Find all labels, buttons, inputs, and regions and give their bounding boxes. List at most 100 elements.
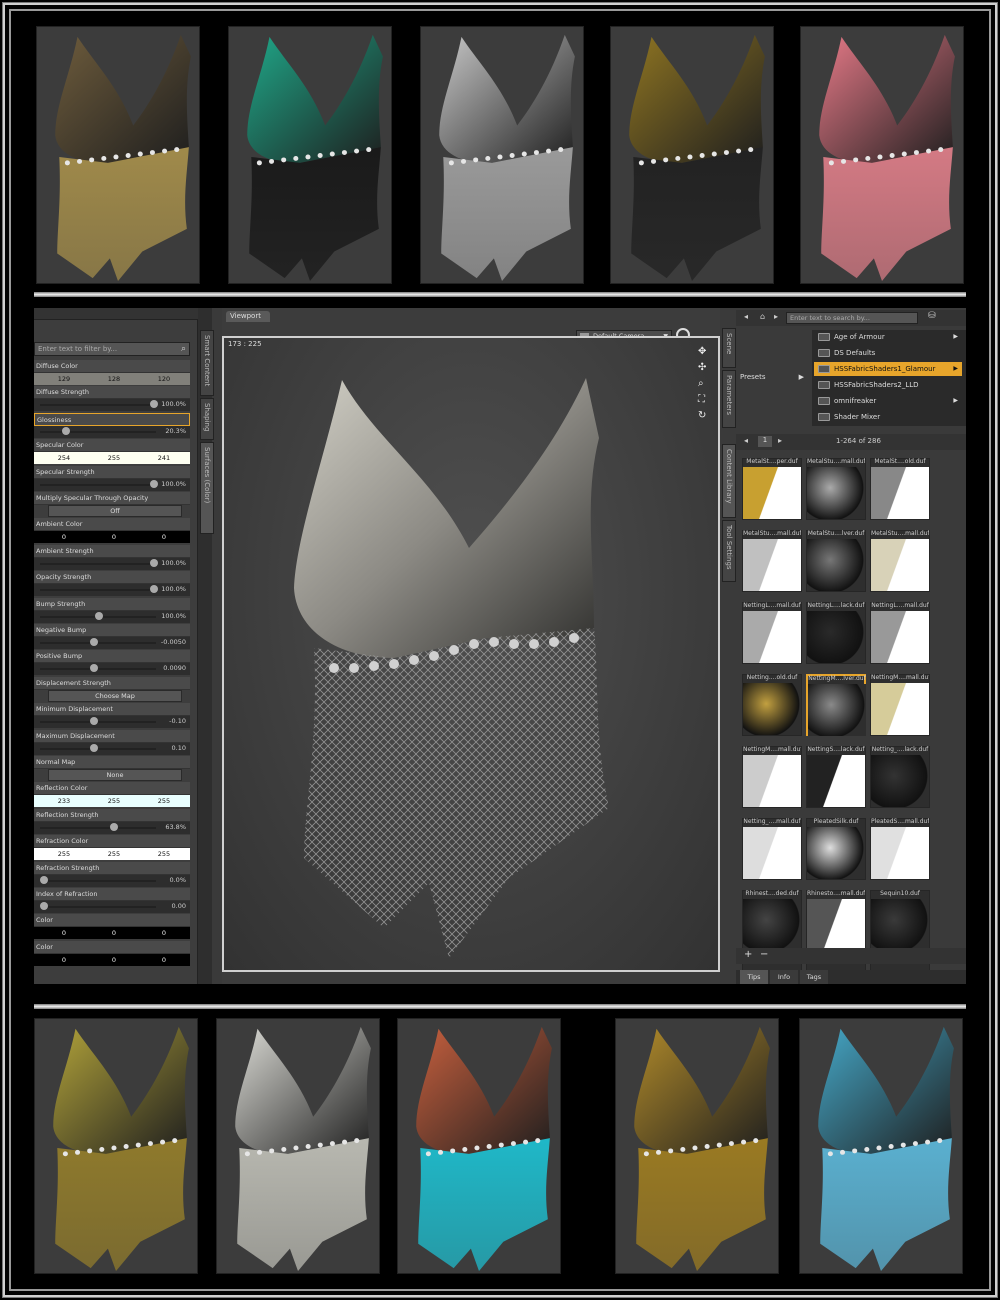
slider-field[interactable]: 0.0090 xyxy=(34,663,190,676)
asset-tile[interactable]: NettingL....lack.duf xyxy=(806,602,866,664)
viewport-canvas[interactable]: 173 : 225 ✥ ✣ ⌕ ⛶ ↻ xyxy=(222,336,720,972)
color-value[interactable]: 255 255 255 xyxy=(34,848,190,861)
folder-item[interactable]: HSSFabricShaders2_LLD xyxy=(814,378,962,392)
asset-tile[interactable]: MetalStu....lver.duf xyxy=(806,530,866,592)
slider-track[interactable] xyxy=(40,585,158,594)
home-icon[interactable]: ⌂ xyxy=(760,312,765,321)
asset-tile[interactable]: NettingM....lver.duf xyxy=(806,674,866,736)
tab-scene[interactable]: Scene xyxy=(722,328,736,368)
asset-tile[interactable]: MetalStu....mall.duf xyxy=(806,458,866,520)
slider-field[interactable]: 20.3% xyxy=(34,425,190,438)
tab-parameters[interactable]: Parameters xyxy=(722,370,736,428)
asset-tile[interactable]: NettingS....lack.duf xyxy=(806,746,866,808)
slider-knob[interactable] xyxy=(89,638,98,646)
slider-knob[interactable] xyxy=(150,400,158,409)
slider-knob[interactable] xyxy=(40,902,48,910)
slider-knob[interactable] xyxy=(89,717,98,726)
slider-field[interactable]: 100.0% xyxy=(34,399,190,412)
color-value[interactable]: 254 255 241 xyxy=(34,452,190,465)
tab-surfaces[interactable]: Surfaces (Color) xyxy=(200,442,214,534)
slider-track[interactable] xyxy=(40,822,156,831)
slider-field[interactable]: 0.10 xyxy=(34,742,190,755)
slider-field[interactable]: -0.10 xyxy=(34,716,190,729)
search-icon[interactable]: ⌕ xyxy=(181,344,186,354)
color-value[interactable]: 233 255 255 xyxy=(34,795,190,808)
asset-tile[interactable]: MetalStu....mall.duf xyxy=(870,530,930,592)
tab-smart-content[interactable]: Smart Content xyxy=(200,330,214,396)
property-button[interactable]: Choose Map xyxy=(48,689,182,702)
asset-tile[interactable]: Netting....old.duf xyxy=(742,674,802,736)
slider-knob[interactable] xyxy=(89,743,98,752)
asset-tile[interactable]: Rhinesto....mall.duf xyxy=(806,890,866,952)
slider-track[interactable] xyxy=(40,717,156,726)
slider-track[interactable] xyxy=(40,558,158,567)
asset-tile[interactable]: MetalStu....mall.duf xyxy=(742,530,802,592)
color-value[interactable]: 0 0 0 xyxy=(34,927,190,940)
slider-knob[interactable] xyxy=(150,479,158,488)
asset-tile[interactable]: NettingL....mall.duf xyxy=(870,602,930,664)
slider-field[interactable]: 100.0% xyxy=(34,478,190,491)
slider-field[interactable]: 63.8% xyxy=(34,821,190,834)
prev-page-icon[interactable]: ◂ xyxy=(744,436,748,445)
tab-content-library[interactable]: Content Library xyxy=(722,444,736,518)
presets-node[interactable]: Presets ▶ xyxy=(736,370,806,384)
asset-tile[interactable]: Netting_....lack.duf xyxy=(870,746,930,808)
color-value[interactable]: 0 0 0 xyxy=(34,531,190,544)
slider-field[interactable]: 100.0% xyxy=(34,557,190,570)
database-icon[interactable]: ⛁ xyxy=(928,311,936,321)
asset-tile[interactable]: PleatedS....mall.duf xyxy=(870,818,930,880)
folder-item[interactable]: omnifreaker ▶ xyxy=(814,394,962,408)
slider-knob[interactable] xyxy=(95,611,103,620)
forward-icon[interactable]: ▸ xyxy=(774,312,778,321)
asset-tile[interactable]: MetalSt....per.duf xyxy=(742,458,802,520)
tab-tags[interactable]: Tags xyxy=(800,970,828,984)
slider-field[interactable]: -0.0050 xyxy=(34,637,190,649)
slider-knob[interactable] xyxy=(89,664,98,673)
slider-knob[interactable] xyxy=(150,585,158,594)
asset-tile[interactable]: Rhinest....ded.duf xyxy=(742,890,802,952)
asset-tile[interactable]: NettingM....mall.duf xyxy=(742,746,802,808)
slider-track[interactable] xyxy=(40,875,156,884)
tab-info[interactable]: Info xyxy=(770,970,798,984)
asset-tile[interactable]: NettingM....mall.duf xyxy=(870,674,930,736)
slider-field[interactable]: 0.00 xyxy=(34,901,190,913)
page-number[interactable]: 1 xyxy=(758,436,772,447)
slider-field[interactable]: 0.0% xyxy=(34,874,190,887)
property-button[interactable]: None xyxy=(48,769,182,781)
slider-track[interactable] xyxy=(40,638,156,646)
tab-shaping[interactable]: Shaping xyxy=(200,398,214,440)
asset-tile[interactable]: NettingL....mall.duf xyxy=(742,602,802,664)
slider-track[interactable] xyxy=(40,664,156,673)
slider-knob[interactable] xyxy=(62,426,70,435)
folder-item[interactable]: DS Defaults xyxy=(814,346,962,360)
slider-field[interactable]: 100.0% xyxy=(34,584,190,597)
tab-tips[interactable]: Tips xyxy=(740,970,768,984)
remove-icon[interactable]: − xyxy=(760,949,768,960)
library-search-field[interactable]: Enter text to search by... xyxy=(786,312,918,324)
slider-track[interactable] xyxy=(40,611,156,620)
tab-tool-settings[interactable]: Tool Settings xyxy=(722,520,736,582)
property-button[interactable]: Off xyxy=(48,505,182,517)
add-icon[interactable]: + xyxy=(744,949,752,960)
asset-tile[interactable]: Netting_....mall.duf xyxy=(742,818,802,880)
asset-tile[interactable]: Sequin10.duf xyxy=(870,890,930,952)
color-value[interactable]: 0 0 0 xyxy=(34,953,190,966)
filter-field[interactable]: Enter text to filter by... ⌕ xyxy=(34,342,190,356)
slider-track[interactable] xyxy=(40,400,158,409)
slider-track[interactable] xyxy=(40,479,158,488)
folder-item[interactable]: HSSFabricShaders1_Glamour ▶ xyxy=(814,362,962,376)
slider-field[interactable]: 100.0% xyxy=(34,610,190,623)
asset-tile[interactable]: PleatedSilk.duf xyxy=(806,818,866,880)
next-page-icon[interactable]: ▸ xyxy=(778,436,782,445)
color-value[interactable]: 129 128 120 xyxy=(34,373,190,385)
slider-knob[interactable] xyxy=(110,822,119,831)
back-icon[interactable]: ◂ xyxy=(744,312,748,321)
slider-knob[interactable] xyxy=(40,875,48,884)
asset-tile[interactable]: MetalSt....old.duf xyxy=(870,458,930,520)
slider-track[interactable] xyxy=(40,743,156,752)
viewport-tab[interactable]: Viewport xyxy=(226,311,270,322)
slider-track[interactable] xyxy=(40,426,156,435)
folder-item[interactable]: Shader Mixer xyxy=(814,410,962,424)
slider-track[interactable] xyxy=(40,902,156,910)
folder-item[interactable]: Age of Armour ▶ xyxy=(814,330,962,344)
